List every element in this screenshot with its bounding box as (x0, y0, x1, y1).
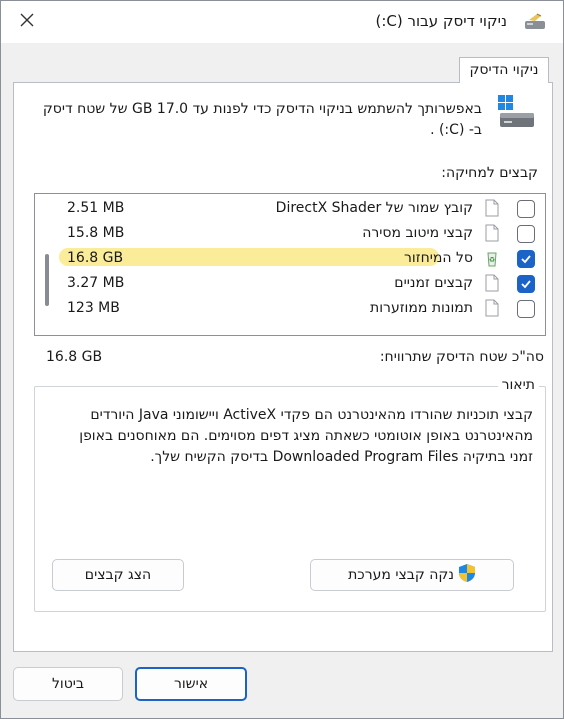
file-name: קובץ שמור של DirectX Shader (275, 200, 473, 216)
ok-label: אישור (173, 676, 209, 692)
files-to-delete-label: קבצים למחיקה: (441, 165, 538, 181)
svg-text:♻: ♻ (489, 256, 495, 264)
document-icon (485, 199, 499, 217)
cancel-label: ביטול (51, 676, 85, 692)
checkbox[interactable] (517, 200, 535, 218)
file-size: 2.51 MB (67, 200, 125, 216)
description-text: קבצי תוכניות שהורדו מהאינטרנט הם פקדי Ac… (79, 407, 533, 465)
checkbox[interactable] (517, 225, 535, 243)
tab-disk-cleanup[interactable]: ניקוי הדיסק (459, 57, 549, 83)
checkbox[interactable] (517, 275, 535, 293)
list-item[interactable]: 2.51 MB קובץ שמור של DirectX Shader (35, 196, 545, 222)
uac-shield-icon (458, 563, 476, 587)
disk-cleanup-window: ניקוי דיסק עבור (C:) ניקוי הדיסק באפשרות… (0, 0, 564, 719)
list-item[interactable]: 15.8 MB קבצי מיטוב מסירה (35, 221, 545, 247)
list-item[interactable]: 16.8 GB סל המיחזור ♻ (35, 246, 545, 272)
view-files-label: הצג קבצים (84, 567, 152, 583)
title-bar: ניקוי דיסק עבור (C:) (1, 1, 563, 43)
total-space-value: 16.8 GB (46, 349, 103, 365)
ok-button[interactable]: אישור (135, 667, 247, 701)
checkbox[interactable] (517, 250, 535, 268)
close-icon (19, 12, 35, 32)
description-legend: תיאור (497, 377, 539, 393)
view-files-button[interactable]: הצג קבצים (52, 559, 184, 591)
file-size: 123 MB (67, 300, 120, 316)
file-name: תמונות ממוזערות (370, 300, 473, 316)
tab-panel: באפשרותך להשתמש בניקוי הדיסק כדי לפנות ע… (13, 82, 553, 652)
file-size: 16.8 GB (67, 250, 124, 266)
recycle-bin-icon: ♻ (485, 249, 499, 267)
list-item[interactable]: 123 MB תמונות ממוזערות (35, 296, 545, 322)
list-item[interactable]: 3.27 MB קבצים זמניים (35, 271, 545, 297)
document-icon (485, 274, 499, 292)
cancel-button[interactable]: ביטול (13, 667, 123, 701)
file-name: קבצים זמניים (394, 275, 473, 291)
window-title: ניקוי דיסק עבור (C:) (375, 12, 507, 30)
clean-system-files-label: נקה קבצי מערכת (348, 567, 454, 583)
intro-text: באפשרותך להשתמש בניקוי הדיסק כדי לפנות ע… (42, 101, 482, 138)
close-button[interactable] (9, 7, 45, 37)
document-icon (485, 224, 499, 242)
file-size: 15.8 MB (67, 225, 125, 241)
file-list[interactable]: 2.51 MB קובץ שמור של DirectX Shader 15.8… (34, 193, 546, 336)
clean-system-files-button[interactable]: נקה קבצי מערכת (310, 559, 514, 591)
disk-cleanup-icon (523, 12, 547, 32)
file-size: 3.27 MB (67, 275, 125, 291)
file-name: סל המיחזור (404, 250, 473, 266)
total-space-label: סה"כ שטח הדיסק שתרוויח: (379, 349, 544, 365)
document-icon (485, 299, 499, 317)
file-name: קבצי מיטוב מסירה (362, 225, 473, 241)
checkbox[interactable] (517, 300, 535, 318)
drive-icon (496, 93, 536, 133)
